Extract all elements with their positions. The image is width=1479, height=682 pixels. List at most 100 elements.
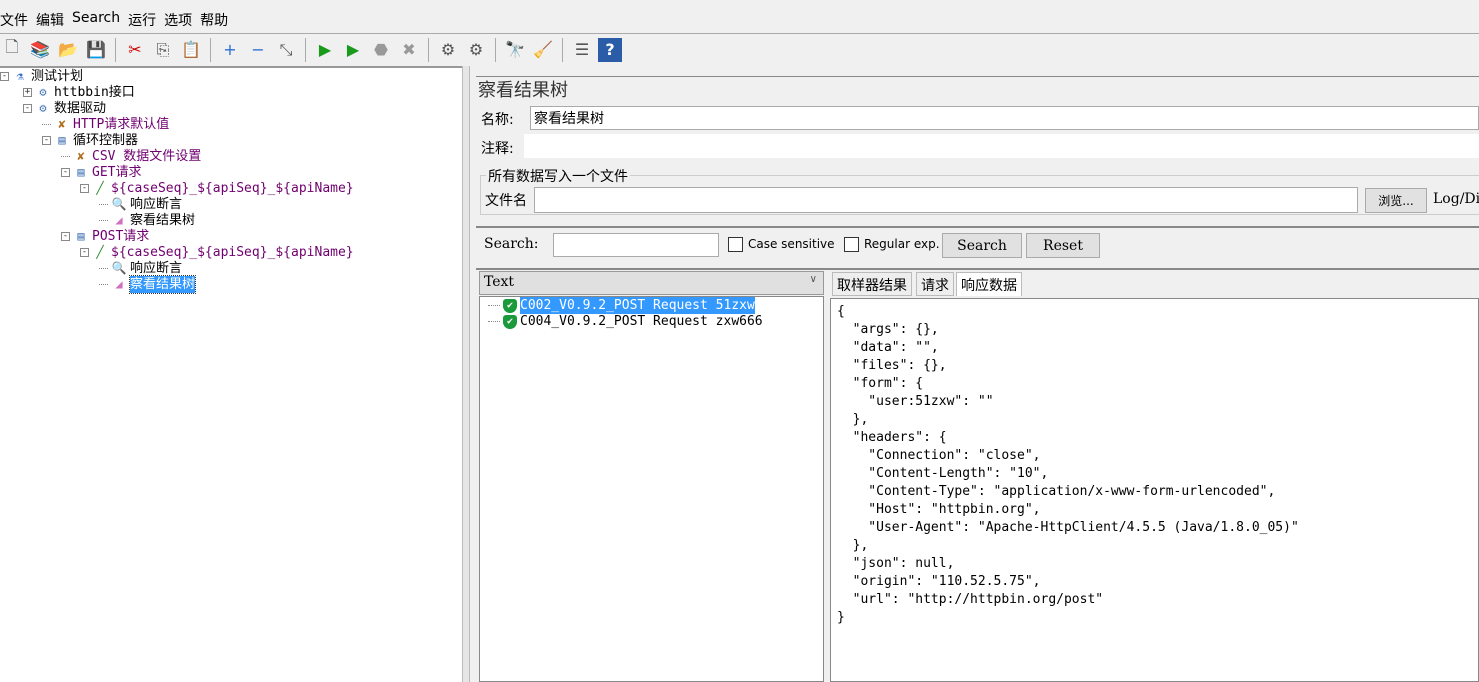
collapse-icon[interactable]: -	[80, 248, 89, 257]
test-plan-tree: - ⚗ 测试计划 + ⚙ httbbin接口 - ⚙ 数据驱动 ✘ HTTP请求默认值 - ▤ 循环控制器…	[0, 66, 462, 682]
tree-node[interactable]: - ⚗ 测试计划	[0, 68, 83, 85]
tree-node-label: POST请求	[92, 229, 150, 244]
result-label: C002_V0.9.2_POST Request 51zxw	[520, 297, 755, 314]
magnifier-icon: 🔍	[111, 261, 127, 275]
comment-label: 注释:	[481, 141, 514, 157]
save-icon[interactable]: 💾	[84, 38, 108, 62]
results-tree: ✔ C002_V0.9.2_POST Request 51zxw ✔ C004_V0.…	[479, 296, 824, 682]
clear-icon[interactable]: ⚙	[436, 38, 460, 62]
log-display-label: Log/Di	[1433, 191, 1479, 207]
tree-node[interactable]: + ⚙ httbbin接口	[23, 84, 135, 101]
tree-node[interactable]: ✘ HTTP请求默认值	[42, 116, 169, 133]
tree-node[interactable]: - ▤ GET请求	[61, 164, 141, 181]
tab-request[interactable]: 请求	[916, 272, 954, 296]
result-item[interactable]: ✔ C002_V0.9.2_POST Request 51zxw	[488, 297, 755, 314]
expand-icon[interactable]: +	[23, 88, 32, 97]
toolbar-separator	[562, 37, 563, 62]
start-icon[interactable]: ▶	[313, 38, 337, 62]
search-input[interactable]	[553, 233, 719, 257]
tree-node-label: 数据驱动	[54, 101, 107, 116]
stop-icon[interactable]: ⬣	[369, 38, 393, 62]
tree-node[interactable]: 🔍 响应断言	[99, 196, 182, 213]
filename-label: 文件名	[485, 193, 527, 209]
tree-node[interactable]: ✘ CSV 数据文件设置	[61, 148, 201, 165]
tree-node-label: ${caseSeq}_${apiSeq}_${apiName}	[111, 181, 354, 196]
tree-node[interactable]: - ⚙ 数据驱动	[23, 100, 106, 117]
collapse-icon[interactable]: −	[246, 38, 270, 62]
tree-node[interactable]: ◢ 察看结果树	[99, 212, 195, 229]
cut-icon[interactable]: ✂	[123, 38, 147, 62]
flask-icon: ⚗	[16, 69, 24, 83]
tree-node-label: httbbin接口	[54, 85, 135, 100]
controller-icon: ▤	[58, 133, 66, 147]
gear-icon: ⚙	[39, 101, 47, 115]
toolbar-separator	[210, 37, 211, 62]
name-label: 名称:	[481, 112, 514, 128]
case-sensitive-label: Case sensitive	[748, 237, 835, 251]
tree-node-label: CSV 数据文件设置	[92, 149, 202, 164]
tree-node[interactable]: ◢ 察看结果树	[99, 275, 197, 294]
toolbar-separator	[305, 37, 306, 62]
collapse-icon[interactable]: -	[23, 104, 32, 113]
success-shield-icon: ✔	[503, 298, 517, 313]
toggle-icon[interactable]: ⤡	[274, 38, 298, 62]
search-button[interactable]: Search	[942, 233, 1022, 258]
function-helper-icon[interactable]: ☰	[570, 38, 594, 62]
menu-edit[interactable]: 编辑	[36, 10, 64, 32]
collapse-icon[interactable]: -	[80, 184, 89, 193]
sampler-icon: ╱	[96, 245, 104, 259]
tab-response-data[interactable]: 响应数据	[956, 272, 1022, 296]
menu-run[interactable]: 运行	[128, 10, 156, 32]
tree-node-label: HTTP请求默认值	[73, 117, 170, 132]
graph-icon: ◢	[115, 213, 123, 227]
tree-node[interactable]: - ▤ POST请求	[61, 228, 149, 245]
chevron-down-icon: ∨	[809, 274, 817, 285]
collapse-icon[interactable]: -	[0, 72, 9, 81]
menu-options[interactable]: 选项	[164, 10, 192, 32]
gear-icon: ⚙	[39, 85, 47, 99]
expand-icon[interactable]: +	[218, 38, 242, 62]
toolbar-separator	[428, 37, 429, 62]
tree-node-label: 响应断言	[130, 197, 183, 212]
tab-sampler-result[interactable]: 取样器结果	[832, 272, 912, 296]
copy-icon[interactable]: ⎘	[151, 38, 175, 62]
templates-icon[interactable]: 📚	[28, 38, 52, 62]
paste-icon[interactable]: 📋	[179, 38, 203, 62]
name-input[interactable]	[530, 106, 1479, 130]
collapse-icon[interactable]: -	[61, 168, 70, 177]
wrench-icon: ✘	[58, 117, 66, 131]
start-no-pause-icon[interactable]: ▶	[341, 38, 365, 62]
help-icon[interactable]: ?	[598, 37, 622, 62]
reset-search-icon[interactable]: 🧹	[531, 38, 555, 62]
tree-node[interactable]: 🔍 响应断言	[99, 260, 182, 277]
menu-help[interactable]: 帮助	[200, 10, 228, 32]
splitter[interactable]	[462, 66, 470, 682]
renderer-value: Text	[484, 274, 515, 290]
renderer-select[interactable]: Text ∨	[479, 271, 824, 295]
success-shield-icon: ✔	[503, 314, 517, 329]
search-icon[interactable]: 🔭	[503, 38, 527, 62]
filename-input[interactable]	[534, 187, 1358, 213]
reset-button[interactable]: Reset	[1026, 233, 1100, 258]
tree-node-label: 测试计划	[31, 69, 84, 84]
collapse-icon[interactable]: -	[61, 232, 70, 241]
shutdown-icon[interactable]: ✖	[397, 38, 421, 62]
result-item[interactable]: ✔ C004_V0.9.2_POST Request zxw666	[488, 313, 763, 330]
menu-search[interactable]: Search	[72, 10, 120, 32]
menu-file[interactable]: 文件	[0, 10, 28, 32]
regex-checkbox[interactable]	[844, 237, 859, 252]
open-icon[interactable]: 📂	[56, 38, 80, 62]
toolbar-separator	[115, 37, 116, 62]
tree-node[interactable]: - ╱ ${caseSeq}_${apiSeq}_${apiName}	[80, 180, 354, 197]
tree-node[interactable]: - ╱ ${caseSeq}_${apiSeq}_${apiName}	[80, 244, 354, 261]
response-data-text[interactable]: { "args": {}, "data": "", "files": {}, "…	[830, 298, 1479, 682]
toolbar-separator	[495, 37, 496, 62]
case-sensitive-checkbox[interactable]	[728, 237, 743, 252]
comment-input[interactable]	[524, 134, 1479, 158]
collapse-icon[interactable]: -	[42, 136, 51, 145]
clear-all-icon[interactable]: ⚙	[464, 38, 488, 62]
browse-button[interactable]: 浏览...	[1365, 188, 1427, 213]
tree-node-label: 察看结果树	[130, 213, 196, 228]
tree-node[interactable]: - ▤ 循环控制器	[42, 132, 138, 149]
new-icon[interactable]: 🗋	[0, 37, 24, 62]
